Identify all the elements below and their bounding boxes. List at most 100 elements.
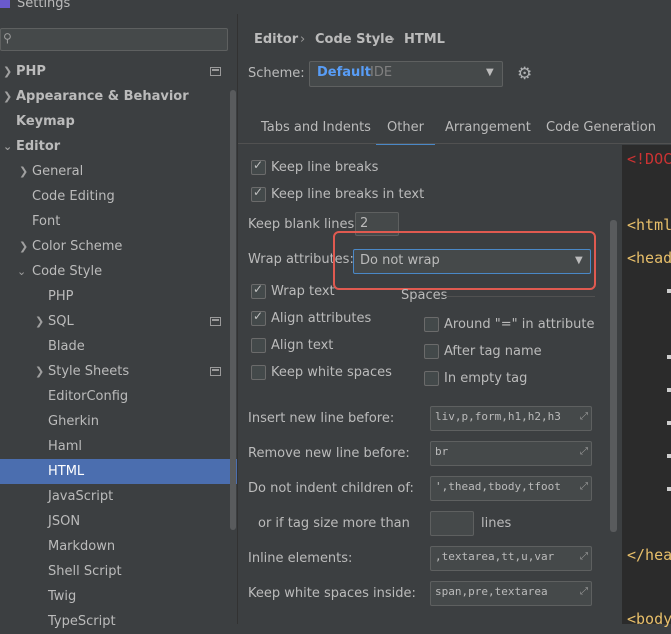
sidebar-item-editor[interactable]: ⌄ Editor: [0, 134, 237, 159]
sidebar-item-editorconfig[interactable]: EditorConfig: [0, 384, 237, 409]
keep-white-spaces-inside-label: Keep white spaces inside:: [248, 586, 416, 601]
preview-mark: [667, 289, 671, 293]
chevron-down-icon: ▼: [575, 255, 583, 266]
tab-tabs-and-indents[interactable]: Tabs and Indents: [261, 120, 371, 144]
sidebar-item-html[interactable]: HTML: [0, 459, 237, 484]
wrap-attributes-value: Do not wrap: [360, 253, 440, 268]
in-empty-tag-checkbox[interactable]: [424, 371, 439, 386]
preview-line: <html: [627, 216, 671, 234]
in-empty-tag-label: In empty tag: [444, 371, 528, 386]
after-tag-name-label: After tag name: [444, 344, 542, 359]
sidebar-item-php[interactable]: ❯ PHP: [0, 59, 237, 84]
chevron-down-icon: ⌄: [3, 140, 13, 153]
keep-line-breaks-text-checkbox[interactable]: [251, 185, 266, 202]
wrap-attributes-dropdown[interactable]: Do not wrap ▼: [353, 249, 591, 274]
scheme-scope: IDE: [370, 65, 393, 80]
wrap-text-checkbox[interactable]: [251, 282, 266, 299]
sidebar-item-typescript[interactable]: TypeScript: [0, 609, 237, 634]
preview-line: <body: [627, 610, 671, 628]
title-bar: Settings: [0, 0, 671, 14]
expand-icon[interactable]: ⤢: [580, 411, 588, 422]
tab-arrangement[interactable]: Arrangement: [445, 120, 531, 144]
around-eq-checkbox[interactable]: [424, 317, 439, 332]
align-attributes-checkbox[interactable]: [251, 309, 266, 326]
breadcrumb-html: HTML: [404, 32, 445, 47]
after-tag-name-checkbox[interactable]: [424, 344, 439, 359]
expand-icon[interactable]: ⤢: [580, 551, 588, 562]
sidebar-item-sql[interactable]: ❯ SQL: [0, 309, 237, 334]
sidebar-item-keymap[interactable]: Keymap: [0, 109, 237, 134]
do-not-indent-input[interactable]: ',thead,tbody,tfoot ⤢: [430, 476, 592, 501]
expand-icon[interactable]: ⤢: [580, 481, 588, 492]
chevron-down-icon: ▼: [486, 67, 494, 78]
inline-elements-input[interactable]: ,textarea,tt,u,var ⤢: [430, 546, 592, 571]
project-scope-icon: [210, 67, 221, 76]
sidebar-item-code-editing[interactable]: Code Editing: [0, 184, 237, 209]
sidebar-item-markdown[interactable]: Markdown: [0, 534, 237, 559]
tag-size-unit: lines: [481, 516, 512, 531]
app-logo-icon: [0, 0, 10, 8]
wrap-text-label: Wrap text: [271, 284, 335, 299]
project-scope-icon: [210, 317, 221, 326]
breadcrumb-editor[interactable]: Editor: [254, 32, 298, 47]
breadcrumb-code-style[interactable]: Code Style: [315, 32, 393, 47]
scheme-dropdown[interactable]: Default IDE ▼: [309, 61, 503, 87]
sidebar-item-php-style[interactable]: PHP: [0, 284, 237, 309]
window-title: Settings: [17, 0, 71, 11]
remove-new-line-input[interactable]: br ⤢: [430, 441, 592, 466]
search-icon: ⚲: [3, 31, 12, 45]
sidebar-item-appearance[interactable]: ❯ Appearance & Behavior: [0, 84, 237, 109]
align-text-checkbox[interactable]: [251, 338, 266, 353]
pane-scrollbar[interactable]: [610, 220, 617, 532]
project-scope-icon: [210, 367, 221, 376]
preview-mark: [667, 355, 671, 359]
keep-blank-lines-label: Keep blank lines:: [248, 217, 359, 232]
sidebar-item-gherkin[interactable]: Gherkin: [0, 409, 237, 434]
sidebar-item-general[interactable]: ❯ General: [0, 159, 237, 184]
sidebar-item-json[interactable]: JSON: [0, 509, 237, 534]
chevron-right-icon: ❯: [3, 90, 13, 103]
sidebar-item-haml[interactable]: Haml: [0, 434, 237, 459]
sidebar-item-style-sheets[interactable]: ❯ Style Sheets: [0, 359, 237, 384]
sidebar-item-color-scheme[interactable]: ❯ Color Scheme: [0, 234, 237, 259]
tab-code-generation[interactable]: Code Generation: [546, 120, 656, 144]
around-eq-label: Around "=" in attribute: [444, 317, 595, 332]
gear-icon[interactable]: ⚙: [517, 64, 532, 84]
scheme-value: Default: [317, 65, 371, 80]
scheme-label: Scheme:: [248, 66, 305, 81]
do-not-indent-label: Do not indent children of:: [248, 481, 414, 496]
preview-mark: [667, 454, 671, 458]
chevron-right-icon: ›: [390, 32, 396, 47]
keep-line-breaks-checkbox[interactable]: [251, 158, 266, 175]
preview-line: <head: [627, 249, 671, 267]
sidebar-item-javascript[interactable]: JavaScript: [0, 484, 237, 509]
sidebar-item-shell-script[interactable]: Shell Script: [0, 559, 237, 584]
expand-icon[interactable]: ⤢: [580, 446, 588, 457]
preview-line: </hea: [627, 546, 671, 564]
chevron-right-icon: ❯: [35, 315, 45, 328]
insert-new-line-label: Insert new line before:: [248, 411, 395, 426]
keep-white-spaces-checkbox[interactable]: [251, 365, 266, 380]
keep-line-breaks-label: Keep line breaks: [271, 160, 379, 175]
keep-white-spaces-label: Keep white spaces: [271, 365, 392, 380]
preview-mark: [667, 487, 671, 491]
insert-new-line-input[interactable]: liv,p,form,h1,h2,h3 ⤢: [430, 406, 592, 431]
preview-line: <!DOC: [627, 150, 671, 168]
sidebar-item-code-style[interactable]: ⌄ Code Style: [0, 259, 237, 284]
remove-new-line-label: Remove new line before:: [248, 446, 410, 461]
search-input[interactable]: ⚲: [0, 28, 228, 51]
tag-size-label: or if tag size more than: [258, 516, 410, 531]
keep-line-breaks-text-label: Keep line breaks in text: [271, 187, 425, 202]
preview-mark: [667, 388, 671, 392]
sidebar-item-font[interactable]: Font: [0, 209, 237, 234]
tag-size-input[interactable]: [430, 511, 474, 536]
spaces-divider: [445, 296, 595, 297]
sidebar-item-twig[interactable]: Twig: [0, 584, 237, 609]
tabs-divider: [238, 143, 671, 144]
expand-icon[interactable]: ⤢: [580, 586, 588, 597]
sidebar-scrollbar[interactable]: [230, 90, 236, 530]
sidebar-item-blade[interactable]: Blade: [0, 334, 237, 359]
align-text-label: Align text: [271, 338, 334, 353]
keep-white-spaces-inside-input[interactable]: span,pre,textarea ⤢: [430, 581, 592, 606]
chevron-right-icon: ❯: [19, 165, 29, 178]
